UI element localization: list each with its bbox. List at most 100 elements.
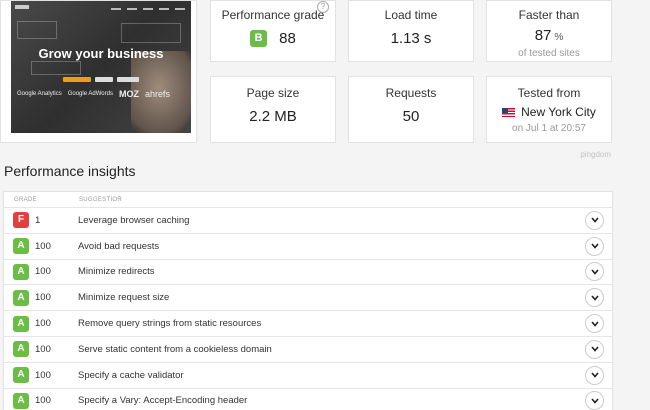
performance-grade-label: Performance grade — [221, 8, 325, 22]
percent-unit: % — [554, 32, 564, 43]
score-cell: 100 — [35, 240, 51, 252]
website-screenshot: Grow your business Google Analytics Goog… — [11, 1, 191, 133]
chevron-down-icon — [590, 217, 599, 224]
performance-insights-title: Performance insights — [4, 163, 136, 179]
expand-button[interactable] — [585, 262, 604, 282]
suggestion-cell: Specify a Vary: Accept-Encoding header — [78, 395, 248, 407]
page-size-value: 2.2 MB — [249, 108, 297, 125]
grade-badge: F — [13, 212, 29, 229]
load-time-card: Load time 1.13 s — [348, 0, 474, 62]
thumbnail-nav — [11, 5, 191, 13]
chevron-down-icon — [590, 243, 599, 249]
score-cell: 100 — [35, 292, 51, 304]
requests-card: Requests 50 — [348, 76, 474, 143]
expand-button[interactable] — [585, 288, 604, 308]
suggestion-column-header: SUGGESTIOR — [79, 196, 123, 203]
insights-rows: F 1 Leverage browser caching A 100 Avoid bad … — [4, 208, 612, 410]
performance-grade-value: B 88 — [250, 30, 296, 47]
suggestion-cell: Leverage browser caching — [78, 214, 190, 226]
faster-than-label: Faster than — [518, 8, 580, 22]
us-flag-icon — [502, 107, 516, 117]
thumbnail-logo-google-analytics: Google Analytics — [17, 91, 62, 97]
chevron-down-icon — [590, 321, 599, 327]
expand-button[interactable] — [585, 236, 604, 256]
grade-badge: A — [13, 238, 29, 255]
grade-cell: A — [4, 315, 35, 332]
thumbnail-partner-logos: Google Analytics Google AdWords MOZ ahre… — [17, 89, 170, 99]
score-cell: 100 — [35, 266, 51, 278]
grade-cell: A — [4, 289, 35, 306]
website-thumbnail-card: Grow your business Google Analytics Goog… — [0, 0, 197, 143]
grade-badge: A — [13, 392, 29, 409]
table-row[interactable]: A 100 Minimize request size — [4, 285, 612, 312]
suggestion-cell: Remove query strings from static resourc… — [78, 318, 262, 330]
grade-badge: A — [13, 289, 29, 306]
requests-value: 50 — [402, 108, 420, 125]
suggestion-cell: Minimize request size — [78, 292, 170, 304]
tested-location-name: New York City — [521, 105, 596, 119]
chevron-down-icon — [590, 269, 599, 275]
page-size-card: Page size 2.2 MB — [210, 76, 336, 143]
help-icon[interactable]: ? — [317, 1, 329, 13]
tested-from-label: Tested from — [517, 86, 581, 100]
tested-location: New York City — [502, 105, 596, 119]
grade-cell: F — [4, 212, 35, 229]
suggestion-cell: Avoid bad requests — [78, 240, 160, 252]
grade-badge: A — [13, 341, 29, 358]
score-cell: 100 — [35, 369, 51, 381]
score-cell: 1 — [35, 214, 41, 226]
grade-badge: B — [250, 30, 268, 47]
table-row[interactable]: A 100 Serve static content from a cookiele… — [4, 337, 612, 363]
expand-button[interactable] — [585, 314, 604, 334]
chevron-down-icon — [590, 398, 599, 404]
insights-table-header: GRADE SUGGESTIOR — [4, 192, 612, 208]
load-time-label: Load time — [384, 8, 438, 22]
grade-badge: A — [13, 367, 29, 384]
grade-badge: A — [13, 315, 29, 332]
suggestion-cell: Specify a cache validator — [78, 369, 184, 381]
score-cell: 100 — [35, 318, 51, 330]
thumbnail-logo-ahrefs: ahrefs — [144, 89, 170, 99]
thumbnail-logo-google-adwords: Google AdWords — [67, 91, 113, 97]
pingdom-brand: pingdom — [580, 150, 611, 159]
table-row[interactable]: A 100 Minimize redirects — [4, 260, 612, 286]
table-row[interactable]: A 100 Remove query strings from static res… — [4, 311, 612, 337]
table-row[interactable]: A 100 Specify a cache validator — [4, 363, 612, 389]
grade-cell: A — [4, 392, 35, 409]
expand-button[interactable] — [585, 391, 604, 410]
chevron-down-icon — [590, 346, 599, 353]
suggestion-cell: Serve static content from a cookieless d… — [78, 343, 272, 355]
grade-cell: A — [4, 341, 35, 358]
expand-button[interactable] — [585, 365, 604, 385]
thumbnail-logo-moz: MOZ — [118, 89, 139, 99]
grade-badge: A — [13, 263, 29, 280]
faster-than-percent: 87 — [534, 27, 552, 44]
faster-than-card: Faster than 87% of tested sites — [486, 0, 612, 62]
faster-than-value: 87% — [535, 27, 564, 44]
requests-label: Requests — [385, 86, 437, 100]
chevron-down-icon — [590, 295, 599, 301]
grade-cell: A — [4, 238, 35, 255]
expand-button[interactable] — [585, 210, 604, 230]
table-row[interactable]: A 100 Avoid bad requests — [4, 234, 612, 260]
suggestion-cell: Minimize redirects — [78, 266, 155, 278]
expand-button[interactable] — [585, 339, 604, 359]
grade-column-header: GRADE — [14, 196, 37, 203]
grade-cell: A — [4, 263, 35, 280]
grade-cell: A — [4, 367, 35, 384]
table-row[interactable]: A 100 Specify a Vary: Accept-Encoding head… — [4, 389, 612, 410]
chevron-down-icon — [590, 372, 599, 378]
performance-grade-card: ? Performance grade B 88 — [210, 0, 336, 62]
insights-table: GRADE SUGGESTIOR F 1 Leverage browser cach… — [3, 191, 613, 410]
score-cell: 100 — [35, 343, 51, 355]
thumbnail-buttons — [63, 77, 139, 82]
tested-date: on Jul 1 at 20:57 — [512, 123, 586, 134]
page-size-label: Page size — [246, 86, 300, 100]
table-row[interactable]: F 1 Leverage browser caching — [4, 208, 612, 234]
thumbnail-headline: Grow your business — [38, 46, 164, 61]
performance-score: 88 — [279, 30, 296, 47]
faster-than-sub: of tested sites — [518, 48, 580, 59]
tested-from-card: Tested from New York City on Jul 1 at 20… — [486, 76, 612, 143]
load-time-value: 1.13 s — [390, 30, 432, 47]
score-cell: 100 — [35, 395, 51, 407]
